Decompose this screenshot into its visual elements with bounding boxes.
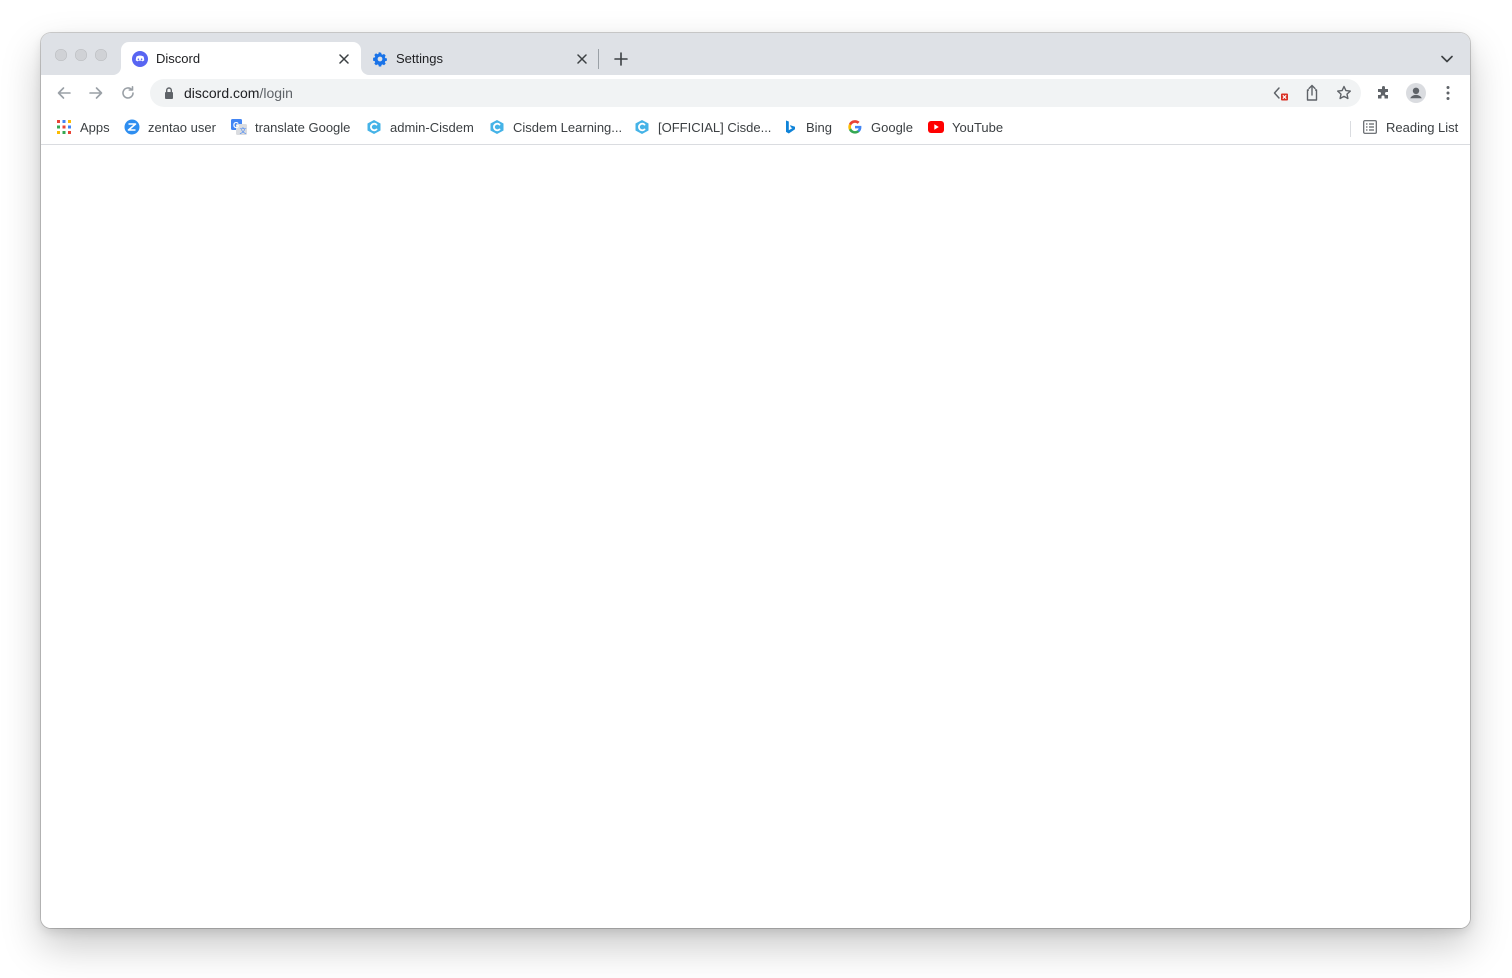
reload-button[interactable] bbox=[116, 81, 140, 105]
arrow-left-icon bbox=[57, 87, 71, 99]
bookmark-official-cisdem[interactable]: [OFFICIAL] Cisde... bbox=[634, 117, 771, 137]
apps-grid-icon bbox=[56, 119, 72, 135]
zentao-icon bbox=[124, 119, 140, 135]
cisdem-icon bbox=[489, 119, 505, 135]
close-tab-icon[interactable] bbox=[573, 50, 591, 68]
bookmark-label: YouTube bbox=[952, 119, 1004, 135]
bookmark-label: Cisdem Learning... bbox=[513, 119, 623, 135]
browser-window: Discord Settings discord.com/login Apps … bbox=[41, 33, 1470, 928]
window-minimize-button[interactable] bbox=[75, 49, 87, 61]
discord-icon bbox=[132, 51, 148, 67]
bookmark-apps[interactable]: Apps bbox=[56, 117, 110, 137]
reading-list-icon bbox=[1362, 119, 1378, 135]
share-icon[interactable] bbox=[1303, 84, 1321, 102]
window-maximize-button[interactable] bbox=[95, 49, 107, 61]
back-button[interactable] bbox=[52, 81, 76, 105]
url-text[interactable]: discord.com/login bbox=[184, 85, 293, 101]
url-path: /login bbox=[259, 85, 293, 101]
bookmark-youtube[interactable]: YouTube bbox=[928, 117, 1003, 137]
reading-list-label: Reading List bbox=[1386, 119, 1459, 135]
tab-title: Settings bbox=[396, 51, 443, 66]
kebab-menu-icon bbox=[1446, 86, 1450, 100]
google-icon bbox=[847, 119, 863, 135]
google-translate-icon: G文 bbox=[231, 119, 247, 135]
page-content bbox=[41, 145, 1470, 928]
bookmark-translate-google[interactable]: G文 translate Google bbox=[231, 117, 350, 137]
window-close-button[interactable] bbox=[55, 49, 67, 61]
tab-settings[interactable]: Settings bbox=[361, 42, 599, 75]
extensions-button[interactable] bbox=[1372, 81, 1396, 105]
lock-icon[interactable] bbox=[162, 85, 176, 101]
bookmark-label: zentao user bbox=[148, 119, 216, 135]
plus-icon bbox=[614, 52, 628, 66]
close-tab-icon[interactable] bbox=[335, 50, 353, 68]
bookmark-label: translate Google bbox=[255, 119, 351, 135]
new-tab-button[interactable] bbox=[609, 47, 633, 71]
code-blocked-icon[interactable] bbox=[1272, 84, 1290, 102]
desktop: Discord Settings discord.com/login Apps … bbox=[0, 0, 1512, 978]
bookmarks-separator bbox=[1350, 121, 1351, 137]
svg-text:G: G bbox=[233, 121, 239, 130]
youtube-icon bbox=[928, 119, 944, 135]
bookmark-label: Apps bbox=[80, 119, 110, 135]
cisdem-icon bbox=[634, 119, 650, 135]
puzzle-icon bbox=[1378, 86, 1388, 99]
bookmark-google[interactable]: Google bbox=[847, 117, 913, 137]
bookmark-bing[interactable]: Bing bbox=[782, 117, 832, 137]
tab-strip: Discord Settings bbox=[41, 33, 1470, 75]
chevron-down-icon bbox=[1441, 55, 1453, 63]
reload-icon bbox=[122, 86, 134, 99]
bookmark-label: [OFFICIAL] Cisde... bbox=[658, 119, 772, 135]
svg-text:文: 文 bbox=[240, 126, 247, 135]
tab-separator bbox=[598, 49, 599, 69]
forward-button[interactable] bbox=[84, 81, 108, 105]
cisdem-icon bbox=[366, 119, 382, 135]
address-bar[interactable]: discord.com/login bbox=[150, 79, 1361, 107]
gear-icon bbox=[372, 51, 388, 67]
arrow-right-icon bbox=[89, 87, 103, 99]
bookmark-cisdem-learning[interactable]: Cisdem Learning... bbox=[489, 117, 622, 137]
menu-button[interactable] bbox=[1436, 81, 1460, 105]
toolbar: discord.com/login bbox=[41, 75, 1470, 111]
bookmark-label: admin-Cisdem bbox=[390, 119, 474, 135]
bookmarks-bar: Apps zentao user G文 translate Google adm… bbox=[41, 111, 1470, 145]
profile-button[interactable] bbox=[1404, 81, 1428, 105]
bing-icon bbox=[782, 119, 798, 135]
bookmark-admin-cisdem[interactable]: admin-Cisdem bbox=[366, 117, 474, 137]
bookmark-label: Bing bbox=[806, 119, 833, 135]
url-domain: discord.com bbox=[184, 85, 260, 101]
tab-search-button[interactable] bbox=[1436, 48, 1458, 70]
tab-title: Discord bbox=[156, 51, 201, 66]
bookmark-label: Google bbox=[871, 119, 913, 135]
tab-discord[interactable]: Discord bbox=[121, 42, 361, 75]
reading-list-button[interactable]: Reading List bbox=[1362, 117, 1458, 137]
bookmark-star-icon[interactable] bbox=[1335, 84, 1353, 102]
avatar-icon bbox=[1406, 83, 1426, 103]
bookmark-zentao-user[interactable]: zentao user bbox=[124, 117, 216, 137]
